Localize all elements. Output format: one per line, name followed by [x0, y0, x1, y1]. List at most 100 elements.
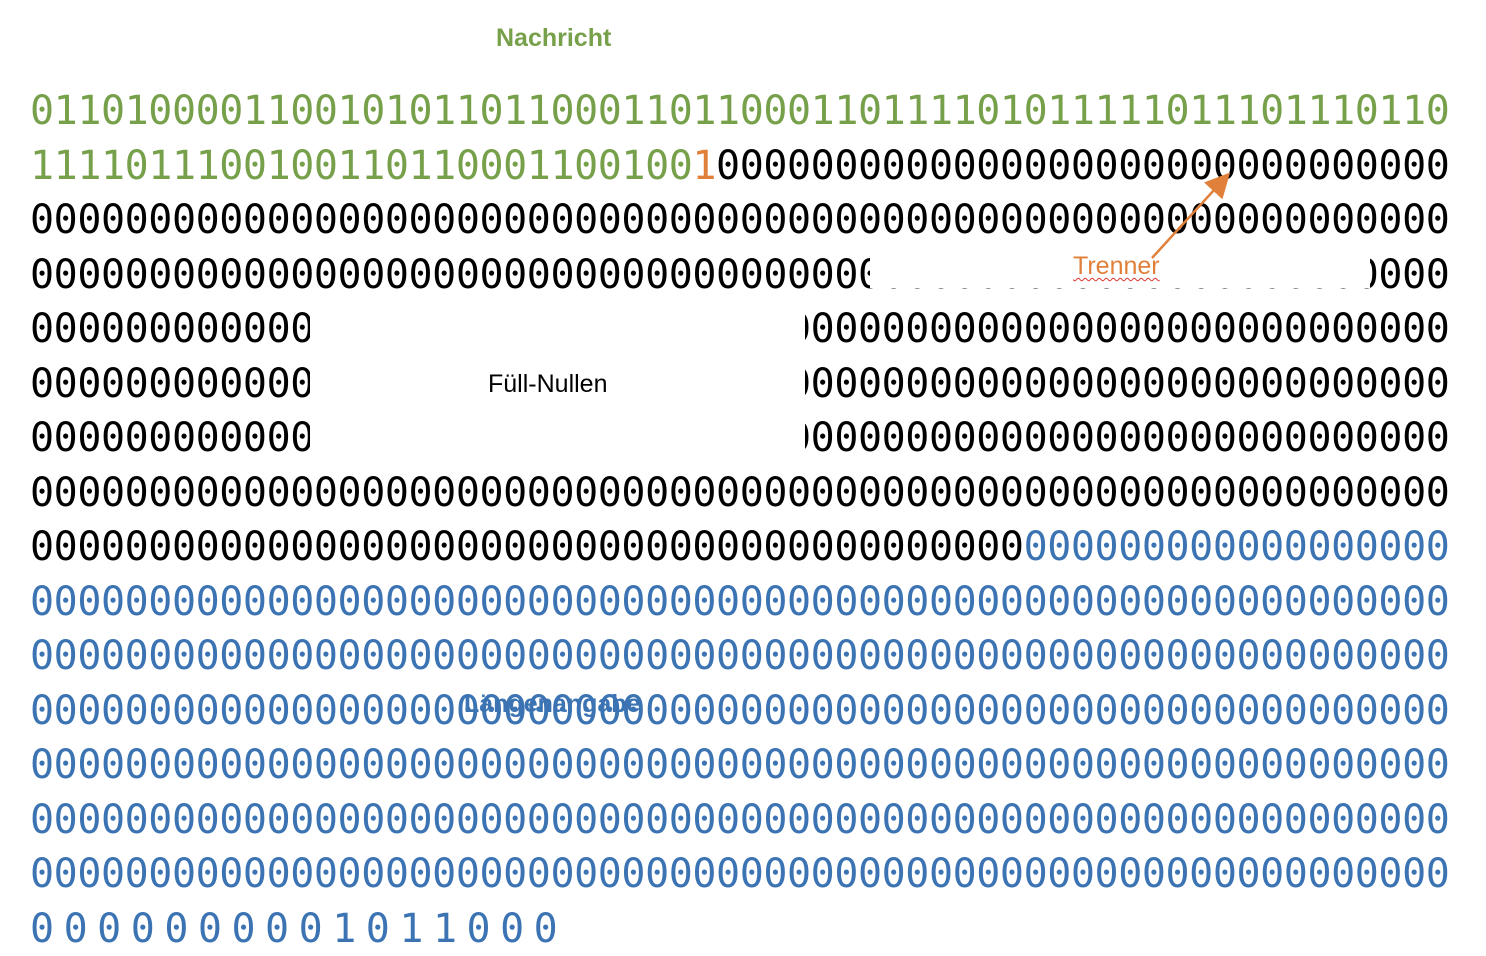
length-bit: 0 [314, 575, 338, 630]
padding-bit: 0 [385, 520, 409, 575]
length-bit: 0 [196, 684, 220, 739]
padding-bit: 0 [125, 411, 149, 466]
length-bit: 0 [787, 738, 811, 793]
length-bit: 0 [716, 629, 740, 684]
padding-bit: 0 [243, 466, 267, 521]
padding-bit: 0 [1118, 139, 1142, 194]
length-bit: 0 [1166, 738, 1190, 793]
padding-bit: 0 [77, 302, 101, 357]
separator-label: Trenner [1073, 252, 1160, 281]
length-bit: 0 [740, 629, 764, 684]
length-bit: 0 [1402, 684, 1426, 739]
padding-bit: 0 [550, 520, 574, 575]
length-bit: 0 [1331, 575, 1355, 630]
message-bit: 0 [361, 84, 385, 139]
length-bit: 0 [645, 575, 669, 630]
padding-bit: 0 [172, 193, 196, 248]
length-bit: 0 [1024, 793, 1048, 848]
message-bit: 0 [101, 84, 125, 139]
length-bit: 0 [1071, 684, 1095, 739]
length-bit: 0 [692, 738, 716, 793]
padding-bit: 0 [1118, 466, 1142, 521]
padding-bit: 0 [101, 520, 125, 575]
padding-bit: 0 [811, 193, 835, 248]
length-bit: 0 [265, 902, 289, 956]
length-bit: 0 [172, 575, 196, 630]
length-bit: 0 [125, 847, 149, 902]
message-bit: 1 [456, 84, 480, 139]
length-bit: 0 [763, 684, 787, 739]
message-bit: 0 [550, 84, 574, 139]
length-bit: 0 [858, 629, 882, 684]
length-bit: 0 [1024, 684, 1048, 739]
length-bit: 0 [1402, 629, 1426, 684]
message-bit: 1 [527, 139, 551, 194]
length-bit: 0 [1000, 738, 1024, 793]
padding-bit: 0 [1236, 357, 1260, 412]
padding-bit: 0 [1095, 466, 1119, 521]
length-bit: 0 [1426, 629, 1450, 684]
padding-bit: 0 [1378, 248, 1402, 303]
length-bit: 0 [243, 738, 267, 793]
length-bit: 0 [1166, 793, 1190, 848]
padding-bit: 0 [267, 411, 291, 466]
length-bit: 0 [1378, 847, 1402, 902]
length-bit: 0 [905, 793, 929, 848]
length-bit: 0 [467, 902, 491, 956]
padding-bit: 0 [267, 193, 291, 248]
padding-bit: 0 [834, 520, 858, 575]
padding-bit: 0 [834, 302, 858, 357]
length-bit: 0 [196, 575, 220, 630]
length-bit: 0 [1047, 520, 1071, 575]
message-bit: 1 [1307, 84, 1331, 139]
padding-bit: 0 [314, 520, 338, 575]
message-bit: 1 [267, 139, 291, 194]
length-bit: 0 [1118, 847, 1142, 902]
length-bit: 0 [1142, 847, 1166, 902]
length-bit: 0 [598, 738, 622, 793]
padding-bit: 0 [54, 357, 78, 412]
padding-bit: 0 [929, 139, 953, 194]
length-bit: 0 [1142, 520, 1166, 575]
padding-bit: 0 [1118, 302, 1142, 357]
length-bit: 0 [740, 575, 764, 630]
length-bit: 0 [550, 575, 574, 630]
length-bit: 0 [598, 793, 622, 848]
message-bit: 0 [1260, 84, 1284, 139]
length-bit: 0 [1118, 629, 1142, 684]
length-bit: 0 [740, 847, 764, 902]
padding-bit: 0 [834, 139, 858, 194]
length-bit: 0 [1236, 520, 1260, 575]
padding-bit: 0 [645, 193, 669, 248]
length-bit: 0 [1000, 847, 1024, 902]
length-bit: 0 [645, 793, 669, 848]
length-bit: 0 [1331, 793, 1355, 848]
length-bit: 0 [479, 575, 503, 630]
padding-bit: 0 [1095, 357, 1119, 412]
length-bit: 0 [1071, 847, 1095, 902]
padding-bit: 0 [172, 411, 196, 466]
length-bit: 0 [290, 629, 314, 684]
length-bit: 0 [1213, 520, 1237, 575]
length-bit: 0 [1047, 738, 1071, 793]
padding-bit: 0 [243, 302, 267, 357]
length-bit: 0 [834, 684, 858, 739]
padding-bit: 0 [787, 520, 811, 575]
length-bit: 0 [243, 629, 267, 684]
length-bit: 0 [929, 738, 953, 793]
length-bit: 0 [148, 684, 172, 739]
length-bit: 0 [1378, 793, 1402, 848]
length-bit: 0 [1260, 684, 1284, 739]
padding-bit: 0 [1189, 466, 1213, 521]
message-bit: 0 [598, 84, 622, 139]
message-bit: 0 [574, 139, 598, 194]
length-bit: 0 [834, 629, 858, 684]
length-bit: 0 [905, 629, 929, 684]
length-bit: 0 [1402, 575, 1426, 630]
length-bit: 0 [1024, 575, 1048, 630]
padding-bit: 0 [1095, 302, 1119, 357]
length-bit: 0 [1189, 575, 1213, 630]
length-bit: 0 [1095, 793, 1119, 848]
padding-bit: 0 [953, 139, 977, 194]
length-bit: 0 [267, 684, 291, 739]
